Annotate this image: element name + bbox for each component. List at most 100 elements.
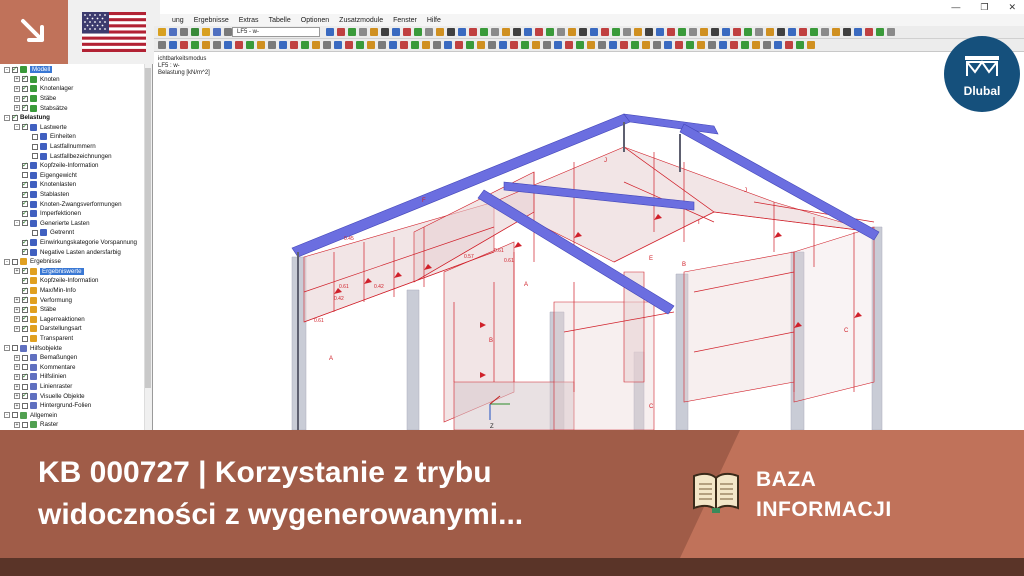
- toolbar-button-icon[interactable]: [810, 28, 818, 36]
- tree-item[interactable]: - Hilfsobjekte: [4, 343, 62, 353]
- toolbar-button-icon[interactable]: [213, 28, 221, 36]
- toolbar-button-icon[interactable]: [678, 28, 686, 36]
- visibility-checkbox[interactable]: [32, 143, 38, 150]
- tree-item[interactable]: Kopfzeile-Information: [14, 161, 98, 171]
- toolbar-button-icon[interactable]: [766, 28, 774, 36]
- toolbar-button-icon[interactable]: [180, 28, 188, 36]
- toolbar-button-icon[interactable]: [711, 28, 719, 36]
- toolbar-button-icon[interactable]: [202, 28, 210, 36]
- visibility-checkbox[interactable]: [12, 65, 18, 73]
- expand-toggle[interactable]: +: [14, 373, 20, 380]
- tree-item[interactable]: - Generierte Lasten: [14, 218, 90, 229]
- language-flag[interactable]: [68, 0, 160, 64]
- toolbar-button-icon[interactable]: [609, 41, 617, 49]
- toolbar-button-icon[interactable]: [579, 28, 587, 36]
- tree-item[interactable]: + Raster: [14, 420, 58, 430]
- toolbar-button-icon[interactable]: [675, 41, 683, 49]
- toolbar-button-icon[interactable]: [686, 41, 694, 49]
- toolbar-button-icon[interactable]: [334, 41, 342, 49]
- toolbar-button-icon[interactable]: [700, 28, 708, 36]
- visibility-checkbox[interactable]: [22, 354, 28, 361]
- toolbar-button-icon[interactable]: [689, 28, 697, 36]
- tree-item[interactable]: + Stabsätze: [14, 103, 68, 113]
- toolbar-button-icon[interactable]: [587, 41, 595, 49]
- toolbar-button-icon[interactable]: [488, 41, 496, 49]
- toolbar-button-icon[interactable]: [521, 41, 529, 49]
- visibility-checkbox[interactable]: [32, 229, 38, 236]
- tree-item[interactable]: Max/Min-Info: [14, 286, 76, 296]
- visibility-checkbox[interactable]: [22, 180, 28, 188]
- toolbar-button-icon[interactable]: [279, 41, 287, 49]
- toolbar-button-icon[interactable]: [730, 41, 738, 49]
- toolbar-button-icon[interactable]: [356, 41, 364, 49]
- toolbar-button-icon[interactable]: [645, 28, 653, 36]
- menu-item[interactable]: ung: [172, 17, 184, 24]
- toolbar-button-icon[interactable]: [469, 28, 477, 36]
- visibility-checkbox[interactable]: [32, 133, 38, 140]
- toolbar-button-icon[interactable]: [202, 41, 210, 49]
- toolbar-button-icon[interactable]: [411, 41, 419, 49]
- visibility-checkbox[interactable]: [12, 412, 18, 419]
- expand-toggle[interactable]: +: [14, 402, 20, 409]
- toolbar-button-icon[interactable]: [546, 28, 554, 36]
- toolbar-button-icon[interactable]: [367, 41, 375, 49]
- visibility-checkbox[interactable]: [22, 295, 28, 304]
- model-viewport[interactable]: ichtbarkeitsmodus LF5 : w- Belastung [kN…: [154, 52, 1024, 430]
- tree-item[interactable]: - Belastung: [4, 113, 50, 123]
- tree-item[interactable]: + Lagerreaktionen: [14, 314, 85, 325]
- expand-toggle[interactable]: +: [14, 393, 20, 400]
- collapse-toggle[interactable]: -: [14, 124, 20, 131]
- collapse-toggle[interactable]: -: [14, 220, 20, 227]
- toolbar-button-icon[interactable]: [378, 41, 386, 49]
- scrollbar-thumb[interactable]: [145, 68, 151, 388]
- toolbar-button-icon[interactable]: [631, 41, 639, 49]
- visibility-checkbox[interactable]: [22, 209, 28, 217]
- visibility-checkbox[interactable]: [22, 122, 28, 131]
- navigator-scrollbar[interactable]: [144, 64, 152, 430]
- visibility-checkbox[interactable]: [22, 84, 28, 92]
- toolbar-button-icon[interactable]: [323, 41, 331, 49]
- expand-toggle[interactable]: +: [14, 316, 20, 323]
- visibility-checkbox[interactable]: [22, 247, 28, 256]
- tree-item[interactable]: + Kommentare: [14, 363, 75, 373]
- tree-item[interactable]: - Ergebnisse: [4, 257, 61, 267]
- expand-toggle[interactable]: +: [14, 85, 20, 92]
- expand-toggle[interactable]: +: [14, 354, 20, 361]
- expand-toggle[interactable]: +: [14, 306, 20, 313]
- visibility-checkbox[interactable]: [32, 153, 38, 160]
- visibility-checkbox[interactable]: [22, 402, 28, 409]
- toolbar-button-icon[interactable]: [785, 41, 793, 49]
- visibility-checkbox[interactable]: [22, 391, 28, 400]
- toolbar-button-icon[interactable]: [653, 41, 661, 49]
- toolbar-button-icon[interactable]: [865, 28, 873, 36]
- tree-item[interactable]: Kopfzeile-Information: [14, 276, 98, 286]
- visibility-checkbox[interactable]: [12, 113, 18, 121]
- toolbar-button-icon[interactable]: [169, 41, 177, 49]
- menu-item-ergebnisse[interactable]: Ergebnisse: [194, 17, 229, 24]
- expand-toggle[interactable]: +: [14, 297, 20, 304]
- toolbar-button-icon[interactable]: [345, 41, 353, 49]
- tree-item[interactable]: + Visuelle Objekte: [14, 391, 85, 401]
- visibility-checkbox[interactable]: [22, 74, 28, 83]
- tree-item[interactable]: + Stäbe: [14, 305, 56, 315]
- toolbar-button-icon[interactable]: [224, 41, 232, 49]
- toolbar-button-icon[interactable]: [257, 41, 265, 49]
- toolbar-button-icon[interactable]: [642, 41, 650, 49]
- tree-item[interactable]: Eigengewicht: [14, 171, 77, 181]
- toolbar-button-icon[interactable]: [722, 28, 730, 36]
- visibility-checkbox[interactable]: [22, 372, 28, 380]
- toolbar-button-icon[interactable]: [565, 41, 573, 49]
- collapse-toggle[interactable]: -: [4, 258, 10, 265]
- toolbar-button-icon[interactable]: [554, 41, 562, 49]
- toolbar-button-icon[interactable]: [708, 41, 716, 49]
- toolbar-button-icon[interactable]: [458, 28, 466, 36]
- toolbar-button-icon[interactable]: [444, 41, 452, 49]
- toolbar-button-icon[interactable]: [392, 28, 400, 36]
- tree-item[interactable]: Knotenlasten: [14, 180, 76, 190]
- toolbar-button-icon[interactable]: [499, 41, 507, 49]
- toolbar-button-icon[interactable]: [403, 28, 411, 36]
- visibility-checkbox[interactable]: [22, 172, 28, 179]
- tree-item[interactable]: Negative Lasten andersfarbig: [14, 247, 121, 257]
- toolbar-button-icon[interactable]: [590, 28, 598, 36]
- toolbar-button-icon[interactable]: [774, 41, 782, 49]
